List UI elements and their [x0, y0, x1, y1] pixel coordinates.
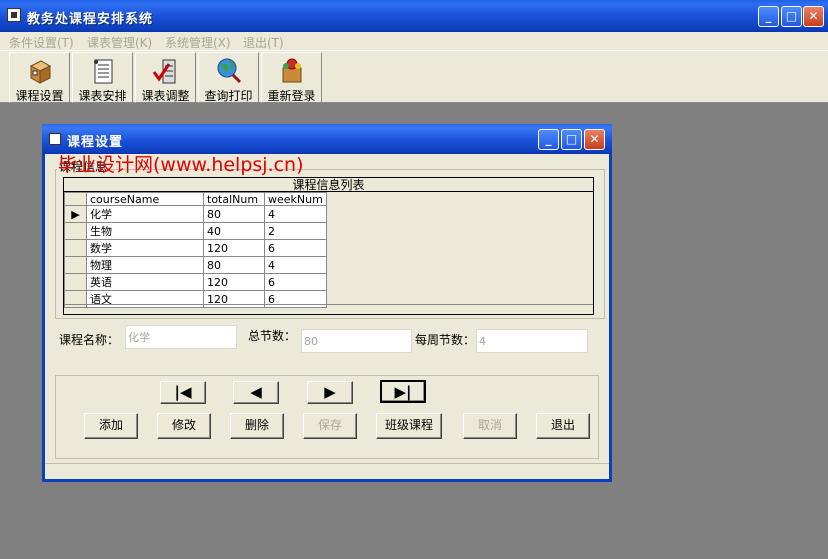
row-selector[interactable]: [64, 256, 87, 274]
child-title: 课程设置: [67, 135, 124, 150]
tool-label: 课表安排: [78, 89, 127, 103]
child-maximize-button[interactable]: □: [561, 129, 582, 150]
row-selector[interactable]: [64, 222, 87, 240]
toolbar: 课程设置 课表安排 课表调整 查询打印 重新登录: [0, 50, 828, 103]
status-strip: [45, 463, 609, 479]
course-name-field[interactable]: [125, 325, 237, 349]
menu-bar: 条件设置(T) 课表管理(K) 系统管理(X) 退出(T): [0, 32, 828, 50]
tool-label: 课表调整: [141, 89, 190, 103]
last-record-button[interactable]: ▶|: [380, 380, 426, 403]
exit-button[interactable]: 退出: [536, 413, 590, 439]
table-row[interactable]: 数学 120 6: [64, 239, 327, 257]
tool-label: 查询打印: [204, 89, 253, 103]
menu-schedule[interactable]: 课表管理(K): [87, 34, 152, 51]
cell-total[interactable]: 40: [203, 222, 265, 240]
child-close-button[interactable]: ✕: [584, 129, 605, 150]
app-icon: [7, 8, 21, 22]
first-record-button[interactable]: |◀: [160, 381, 206, 404]
close-button[interactable]: ✕: [803, 6, 824, 27]
next-record-button[interactable]: ▶: [307, 381, 353, 404]
cancel-button[interactable]: 取消: [463, 413, 517, 439]
cell-weekly[interactable]: 2: [264, 222, 327, 240]
cell-weekly[interactable]: 4: [264, 256, 327, 274]
relogin-tool[interactable]: 重新登录: [261, 52, 322, 103]
cell-course-name[interactable]: 生物: [86, 222, 204, 240]
course-settings-window: 课程设置 _ □ ✕ 课程信息 毕业设计网(www.helpsj.cn) 课程信…: [42, 124, 612, 482]
cell-total[interactable]: 120: [203, 273, 265, 291]
row-selector[interactable]: [64, 273, 87, 291]
main-titlebar: 教务处课程安排系统 _ □ ✕: [0, 0, 828, 32]
tool-label: 课程设置: [15, 89, 64, 103]
maximize-button[interactable]: □: [781, 6, 802, 27]
table-row[interactable]: 物理 80 4: [64, 256, 327, 274]
checklist-icon: [152, 59, 175, 84]
cell-total[interactable]: 80: [203, 205, 265, 223]
column-header[interactable]: weekNum: [264, 192, 327, 206]
grid-caption: 课程信息列表: [64, 178, 593, 192]
current-row-arrow-icon: ▶: [64, 205, 87, 223]
package-icon: [282, 58, 301, 83]
table-row[interactable]: 生物 40 2: [64, 222, 327, 240]
course-settings-tool[interactable]: 课程设置: [9, 52, 70, 103]
table-row[interactable]: ▶ 化学 80 4: [64, 205, 327, 223]
grid-footer: [64, 304, 593, 314]
tool-label: 重新登录: [267, 89, 316, 103]
menu-system[interactable]: 系统管理(X): [165, 34, 231, 51]
column-header[interactable]: totalNum: [203, 192, 265, 206]
menu-conditions[interactable]: 条件设置(T): [9, 34, 74, 51]
cell-course-name[interactable]: 英语: [86, 273, 204, 291]
minimize-button[interactable]: _: [758, 6, 779, 27]
grid-table: courseName totalNum weekNum ▶ 化学 80 4 生物…: [64, 192, 327, 308]
row-selector-header: [64, 192, 87, 206]
course-grid[interactable]: 课程信息列表 courseName totalNum weekNum ▶ 化学 …: [63, 177, 594, 315]
table-row[interactable]: 英语 120 6: [64, 273, 327, 291]
adjust-tool[interactable]: 课表调整: [135, 52, 196, 103]
cell-weekly[interactable]: 6: [264, 273, 327, 291]
grid-header-row: courseName totalNum weekNum: [64, 192, 327, 206]
weekly-periods-field[interactable]: [476, 329, 588, 353]
box-icon: [29, 60, 51, 84]
row-selector[interactable]: [64, 239, 87, 257]
weekly-periods-label: 每周节数：: [415, 333, 476, 347]
menu-exit[interactable]: 退出(T): [243, 34, 284, 51]
child-minimize-button[interactable]: _: [538, 129, 559, 150]
cell-course-name[interactable]: 物理: [86, 256, 204, 274]
cell-total[interactable]: 80: [203, 256, 265, 274]
cell-weekly[interactable]: 6: [264, 239, 327, 257]
delete-button[interactable]: 删除: [230, 413, 284, 439]
total-periods-label: 总节数：: [248, 329, 297, 343]
course-name-label: 课程名称：: [59, 333, 120, 347]
query-print-tool[interactable]: 查询打印: [198, 52, 259, 103]
previous-record-button[interactable]: ◀: [233, 381, 279, 404]
add-button[interactable]: 添加: [84, 413, 138, 439]
cell-course-name[interactable]: 化学: [86, 205, 204, 223]
globe-search-icon: [217, 58, 241, 84]
cell-weekly[interactable]: 4: [264, 205, 327, 223]
cell-total[interactable]: 120: [203, 239, 265, 257]
total-periods-field[interactable]: [301, 329, 412, 353]
window-title: 教务处课程安排系统: [27, 12, 154, 27]
watermark: 毕业设计网(www.helpsj.cn): [58, 154, 304, 176]
class-course-button[interactable]: 班级课程: [376, 413, 442, 439]
window-icon: [49, 133, 61, 145]
save-button[interactable]: 保存: [303, 413, 357, 439]
cell-course-name[interactable]: 数学: [86, 239, 204, 257]
schedule-tool[interactable]: 课表安排: [72, 52, 133, 103]
column-header[interactable]: courseName: [86, 192, 204, 206]
edit-button[interactable]: 修改: [157, 413, 211, 439]
document-icon: [93, 59, 112, 84]
